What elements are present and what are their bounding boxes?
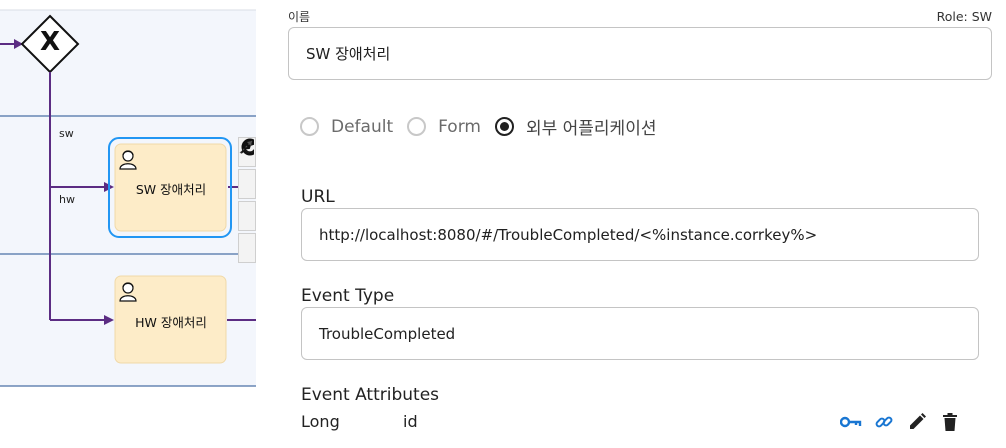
link-icon[interactable] bbox=[867, 410, 900, 434]
radio-button[interactable] bbox=[407, 117, 427, 136]
radio-button-checked[interactable] bbox=[494, 117, 514, 136]
delete-icon[interactable] bbox=[933, 410, 966, 434]
event-type-label: Event Type bbox=[301, 286, 395, 306]
radio-button[interactable] bbox=[300, 117, 319, 136]
radio-form[interactable]: Form bbox=[407, 117, 481, 137]
url-label: URL bbox=[301, 187, 335, 207]
radio-form-label: Form bbox=[438, 116, 481, 137]
url-input[interactable]: http://localhost:8080/#/TroubleCompleted… bbox=[301, 208, 979, 261]
radio-external-app-label: 외부 어플리케이션 bbox=[525, 119, 657, 139]
edit-icon[interactable] bbox=[900, 410, 933, 434]
connect-icon[interactable] bbox=[238, 140, 256, 263]
attribute-actions bbox=[834, 410, 966, 434]
form-type-radio-group: Default Form 외부 어플리케이션 bbox=[300, 114, 670, 139]
attribute-type: Long bbox=[301, 412, 340, 431]
radio-default-label: Default bbox=[331, 116, 394, 137]
attribute-name: id bbox=[403, 412, 418, 431]
role-label: Role: SW bbox=[936, 9, 992, 24]
pool-top-area bbox=[0, 10, 256, 116]
name-input-value: SW 장애처리 bbox=[306, 45, 391, 63]
attribute-row: Long id bbox=[301, 412, 418, 431]
task-sw-label: SW 장애처리 bbox=[135, 182, 207, 197]
event-type-input[interactable]: TroubleCompleted bbox=[301, 307, 979, 360]
intermediate-event-icon[interactable] bbox=[238, 139, 256, 199]
wrench-icon[interactable] bbox=[238, 139, 256, 231]
event-type-input-value: TroubleCompleted bbox=[319, 324, 456, 343]
context-pad bbox=[238, 137, 256, 265]
name-input[interactable]: SW 장애처리 bbox=[288, 27, 992, 80]
task-hw-label: HW 장애처리 bbox=[135, 315, 207, 330]
gateway-x-marker: X bbox=[39, 27, 61, 57]
url-input-value: http://localhost:8080/#/TroubleCompleted… bbox=[319, 225, 818, 244]
bpmn-diagram bbox=[0, 0, 256, 387]
radio-default[interactable]: Default bbox=[300, 117, 393, 137]
name-field-caption: 이름 bbox=[288, 10, 311, 24]
radio-external-app[interactable]: 외부 어플리케이션 bbox=[494, 114, 657, 139]
flow-label-hw: hw bbox=[59, 193, 75, 206]
properties-panel: 이름 Role: SW SW 장애처리 Default Form 외부 어플리케… bbox=[256, 0, 1006, 448]
key-icon[interactable] bbox=[834, 410, 867, 434]
bpmn-canvas[interactable]: X sw hw SW 장애처리 HW 장애처리 bbox=[0, 0, 256, 448]
flow-label-sw: sw bbox=[59, 127, 74, 140]
event-attributes-label: Event Attributes bbox=[301, 385, 440, 405]
